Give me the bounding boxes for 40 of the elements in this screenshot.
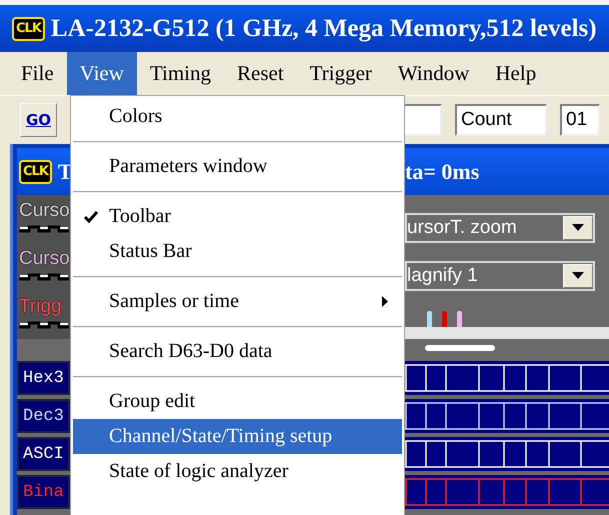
menu-item[interactable]: Channel/State/Timing setup [73,419,402,454]
go-button[interactable]: GO [20,102,57,136]
scroll-thumb[interactable] [425,345,495,351]
menu-item[interactable]: Parameters window [73,149,402,184]
signal-label: Curso [19,199,70,223]
app-logo: CLK [12,16,45,40]
menu-item[interactable]: Status Bar [73,234,402,269]
channel-label: Bina [23,482,64,502]
window-title: LA-2132-G512 (1 GHz, 4 Mega Memory,512 levels) [50,14,597,42]
channel-label: Dec3 [23,406,64,426]
channel-label: ASCI [23,444,64,464]
menu-item[interactable]: Reset [224,52,297,95]
dropdown-button[interactable] [563,216,593,240]
menu-item[interactable]: Window [384,52,482,95]
menu-item[interactable]: Search D63-D0 data [73,334,402,369]
window-logo: CLK [19,160,52,184]
menu-item[interactable]: File [8,52,67,95]
signal-label: Curso [19,247,70,271]
window-title: ta= 0ms [405,158,480,184]
menu-item[interactable]: Trigger [296,52,385,95]
menu-item[interactable]: Colors [73,99,402,134]
dropdown[interactable]: lagnify 1 [405,261,595,291]
menu-item[interactable]: Samples or time [73,284,402,319]
caret-icon [572,272,584,280]
cursor-marker[interactable] [427,311,432,327]
menu-item[interactable]: State of logic analyzer [73,454,402,489]
count-field[interactable]: Count [455,104,547,136]
menu-item[interactable]: Help [482,52,550,95]
caret-icon [572,224,584,232]
cursor-marker[interactable] [457,311,462,327]
signal-label: Trigg [19,295,63,319]
dropdown[interactable]: ursorT. zoom [405,213,595,243]
menu-item[interactable]: Timing [136,52,224,95]
menu-item[interactable]: Group edit [73,384,402,419]
input-field[interactable]: 01 [560,104,600,136]
menu-item[interactable]: View [66,52,137,95]
cursor-marker[interactable] [442,311,447,327]
menu-item[interactable]: Toolbar [73,199,402,234]
channel-label: Hex3 [23,368,64,388]
dropdown-button[interactable] [563,264,593,288]
